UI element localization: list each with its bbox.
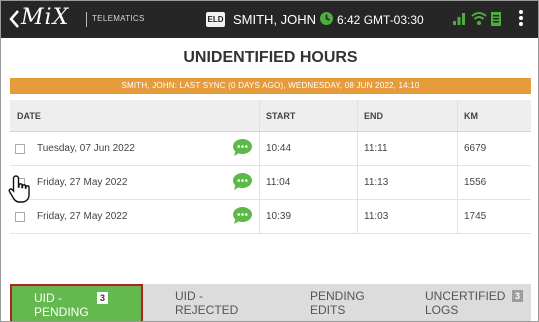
row-km: 6679 (464, 143, 487, 154)
row-start: 10:39 (266, 211, 292, 222)
hand-pointer-cursor-icon (8, 175, 30, 203)
tab-count-badge: 3 (512, 290, 523, 302)
tab-label-line2: LOGS (425, 303, 459, 317)
driver-name[interactable]: SMITH, JOHN (233, 12, 316, 27)
table-row[interactable]: Friday, 27 May 2022 10:39 11:03 1745 (10, 200, 531, 234)
tab-label-line2: PENDING (34, 305, 89, 319)
row-km: 1745 (464, 211, 487, 222)
comment-bubble-icon[interactable] (232, 206, 253, 225)
row-date: Tuesday, 07 Jun 2022 (37, 143, 135, 154)
comment-bubble-icon[interactable] (232, 172, 253, 191)
clock-time: 6:42 GMT-03:30 (337, 13, 424, 27)
telematics-label: TELEMATICS (92, 14, 145, 23)
overflow-menu-icon[interactable] (517, 10, 525, 30)
page-title: UNIDENTIFIED HOURS (183, 49, 358, 66)
tab-label-line1: PENDING (310, 289, 365, 303)
tab-label-line2: REJECTED (175, 303, 239, 317)
wifi-icon (471, 12, 487, 25)
row-end: 11:03 (364, 211, 389, 222)
row-end: 11:13 (364, 177, 389, 188)
logo-divider (86, 12, 87, 27)
bottom-tab-bar: UID - PENDING 3 UID - REJECTED PENDING E… (10, 284, 531, 321)
comment-bubble-icon[interactable] (232, 138, 253, 157)
km-column-header: KM (464, 111, 478, 121)
table-row[interactable]: Tuesday, 07 Jun 2022 10:44 11:11 6679 (10, 132, 531, 166)
document-icon[interactable] (490, 11, 502, 27)
row-date: Friday, 27 May 2022 (37, 211, 128, 222)
unidentified-hours-table: DATE START END KM Tuesday, 07 Jun 2022 1… (10, 100, 531, 234)
row-end: 11:11 (364, 143, 388, 154)
start-column-header: START (266, 111, 296, 121)
tab-label-line1: UID - (175, 289, 203, 303)
clock-icon (320, 12, 333, 25)
status-bar: MiX TELEMATICS ELD SMITH, JOHN 6:42 GMT-… (1, 1, 538, 38)
mix-logo: MiX (21, 5, 70, 30)
tab-pending-edits[interactable]: PENDING EDITS (288, 284, 398, 321)
tab-label-line1: UID - (34, 291, 62, 305)
tab-uid-pending[interactable]: UID - PENDING 3 (10, 284, 143, 321)
table-row[interactable]: Friday, 27 May 2022 11:04 11:13 1556 (10, 166, 531, 200)
row-km: 1556 (464, 177, 487, 188)
tab-count-badge: 3 (97, 292, 108, 304)
row-start: 11:04 (266, 177, 291, 188)
tab-label-line2: EDITS (310, 303, 346, 317)
row-start: 10:44 (266, 143, 292, 154)
eld-badge[interactable]: ELD (206, 12, 225, 27)
signal-bars-icon (453, 13, 465, 25)
app-frame: MiX TELEMATICS ELD SMITH, JOHN 6:42 GMT-… (0, 0, 539, 322)
table-header: DATE START END KM (10, 100, 531, 132)
back-chevron-icon[interactable] (7, 8, 21, 30)
row-date: Friday, 27 May 2022 (37, 177, 128, 188)
tab-uncertified-logs[interactable]: UNCERTIFIED LOGS 3 (403, 284, 531, 321)
date-column-header: DATE (17, 111, 41, 121)
last-sync-banner: SMITH, JOHN: LAST SYNC (0 DAYS AGO), WED… (10, 78, 531, 94)
end-column-header: END (364, 111, 384, 121)
tab-uid-rejected[interactable]: UID - REJECTED (153, 284, 265, 321)
